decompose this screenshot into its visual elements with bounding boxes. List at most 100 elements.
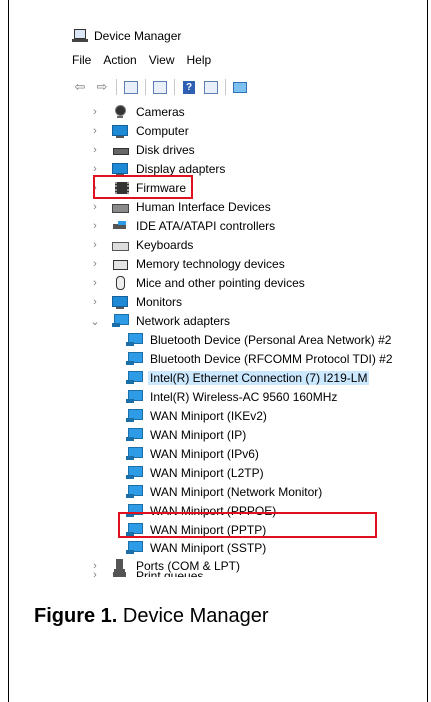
adapter-label: WAN Miniport (L2TP): [150, 466, 264, 480]
toolbar-separator: [116, 79, 117, 95]
adapter-label: Intel(R) Ethernet Connection (7) I219-LM: [148, 371, 370, 385]
hid-icon: [112, 200, 129, 214]
toolbar-separator: [174, 79, 175, 95]
chevron-right-icon[interactable]: ›: [90, 220, 100, 232]
tree-subitem-adapter-selected[interactable]: Intel(R) Ethernet Connection (7) I219-LM: [126, 369, 370, 387]
adapter-label: WAN Miniport (IP): [150, 428, 247, 442]
tree-item-disk-drives[interactable]: › Disk drives: [92, 141, 197, 159]
tree-subitem-adapter[interactable]: Intel(R) Wireless-AC 9560 160MHz: [126, 388, 339, 406]
tree-item-label: IDE ATA/ATAPI controllers: [136, 219, 276, 233]
tree-item-keyboards[interactable]: › Keyboards: [92, 236, 195, 254]
adapter-label: Bluetooth Device (RFCOMM Protocol TDI) #…: [150, 352, 393, 366]
network-adapter-icon: [126, 466, 143, 480]
network-adapter-icon: [126, 428, 143, 442]
monitor-icon: [112, 295, 128, 309]
help-icon[interactable]: ?: [181, 79, 197, 95]
tree-subitem-adapter[interactable]: WAN Miniport (IPv6): [126, 445, 261, 463]
back-arrow-icon[interactable]: ⇦: [72, 79, 88, 95]
network-adapter-icon: [126, 409, 143, 423]
keyboard-icon: [112, 238, 129, 252]
forward-arrow-icon[interactable]: ⇨: [94, 79, 110, 95]
figure-caption: Figure 1. Device Manager: [34, 605, 269, 628]
tree-item-computer[interactable]: › Computer: [92, 122, 191, 140]
page-border-right: [427, 0, 428, 702]
network-adapter-icon: [126, 371, 143, 385]
chevron-right-icon[interactable]: ›: [90, 258, 100, 270]
adapter-label: WAN Miniport (Network Monitor): [150, 485, 323, 499]
camera-icon: [112, 105, 128, 119]
chevron-right-icon[interactable]: ›: [90, 144, 100, 156]
network-adapter-icon: [126, 447, 143, 461]
menu-view[interactable]: View: [149, 53, 175, 67]
toolbar-separator: [145, 79, 146, 95]
chevron-down-icon[interactable]: ⌄: [90, 315, 100, 328]
adapter-label: Bluetooth Device (Personal Area Network)…: [150, 333, 392, 347]
device-manager-icon: [72, 28, 88, 44]
toolbar: ⇦ ⇨ ?: [72, 78, 254, 96]
adapter-label: WAN Miniport (IKEv2): [150, 409, 267, 423]
action-pane-icon[interactable]: [203, 79, 219, 95]
chevron-right-icon[interactable]: ›: [90, 201, 100, 213]
tree-item-print-queues[interactable]: › Print queues: [92, 569, 205, 577]
network-adapter-icon: [126, 352, 143, 366]
adapter-label: Intel(R) Wireless-AC 9560 160MHz: [150, 390, 338, 404]
tree-subitem-adapter[interactable]: WAN Miniport (Network Monitor): [126, 483, 324, 501]
tree-subitem-adapter[interactable]: WAN Miniport (IP): [126, 426, 248, 444]
window-title: Device Manager: [94, 29, 182, 43]
memory-device-icon: [112, 257, 128, 271]
chevron-right-icon[interactable]: ›: [90, 163, 100, 175]
tree-item-label: Computer: [136, 124, 189, 138]
tree-item-memory-technology-devices[interactable]: › Memory technology devices: [92, 255, 287, 273]
tree-item-monitors[interactable]: › Monitors: [92, 293, 184, 311]
display-adapter-icon: [112, 162, 128, 176]
tree-item-label: Monitors: [136, 295, 183, 309]
tree-item-label: Display adapters: [136, 162, 226, 176]
scan-hardware-changes-icon[interactable]: [232, 79, 248, 95]
ide-controller-icon: [112, 219, 128, 233]
computer-icon: [112, 124, 128, 138]
toolbar-separator: [225, 79, 226, 95]
chevron-right-icon[interactable]: ›: [90, 125, 100, 137]
properties-icon[interactable]: [152, 79, 168, 95]
adapter-label: WAN Miniport (IPv6): [150, 447, 259, 461]
menu-file[interactable]: File: [72, 53, 91, 67]
tree-item-mice[interactable]: › Mice and other pointing devices: [92, 274, 307, 292]
tree-subitem-adapter[interactable]: Bluetooth Device (Personal Area Network)…: [126, 331, 393, 349]
tree-item-ide-controllers[interactable]: › IDE ATA/ATAPI controllers: [92, 217, 277, 235]
tree-item-label: Keyboards: [136, 238, 194, 252]
show-hide-console-tree-icon[interactable]: [123, 79, 139, 95]
chevron-right-icon[interactable]: ›: [92, 569, 100, 577]
network-adapter-icon: [126, 541, 143, 555]
tree-subitem-adapter[interactable]: WAN Miniport (L2TP): [126, 464, 266, 482]
tree-item-network-adapters[interactable]: ⌄ Network adapters: [90, 312, 232, 330]
network-adapter-icon: [126, 333, 143, 347]
menu-help[interactable]: Help: [187, 53, 212, 67]
mouse-icon: [112, 276, 128, 290]
chevron-right-icon[interactable]: ›: [90, 239, 100, 251]
disk-drive-icon: [112, 143, 129, 157]
tree-subitem-adapter[interactable]: WAN Miniport (IKEv2): [126, 407, 269, 425]
tree-item-cameras[interactable]: › Cameras: [92, 103, 187, 121]
tree-item-label: Network adapters: [136, 314, 231, 328]
chevron-right-icon[interactable]: ›: [90, 106, 100, 118]
tree-item-label: Print queues: [136, 569, 204, 577]
tree-item-human-interface-devices[interactable]: › Human Interface Devices: [92, 198, 273, 216]
tree-item-label: Disk drives: [136, 143, 195, 157]
printer-icon: [112, 569, 128, 577]
chevron-right-icon[interactable]: ›: [90, 296, 100, 308]
network-adapter-icon: [112, 314, 129, 328]
chevron-right-icon[interactable]: ›: [90, 277, 100, 289]
tree-item-label: Human Interface Devices: [136, 200, 271, 214]
figure-label: Figure 1.: [34, 605, 118, 627]
tree-item-label: Memory technology devices: [136, 257, 285, 271]
network-adapter-icon: [126, 485, 143, 499]
menu-bar: File Action View Help: [72, 53, 211, 67]
network-adapter-icon: [126, 390, 143, 404]
page-border-left: [8, 0, 9, 702]
tree-item-label: Cameras: [136, 105, 185, 119]
tree-subitem-adapter[interactable]: WAN Miniport (SSTP): [126, 539, 268, 557]
menu-action[interactable]: Action: [103, 53, 136, 67]
tree-item-label: Mice and other pointing devices: [136, 276, 305, 290]
tree-subitem-adapter[interactable]: Bluetooth Device (RFCOMM Protocol TDI) #…: [126, 350, 395, 368]
highlight-box-firmware: [93, 175, 193, 199]
